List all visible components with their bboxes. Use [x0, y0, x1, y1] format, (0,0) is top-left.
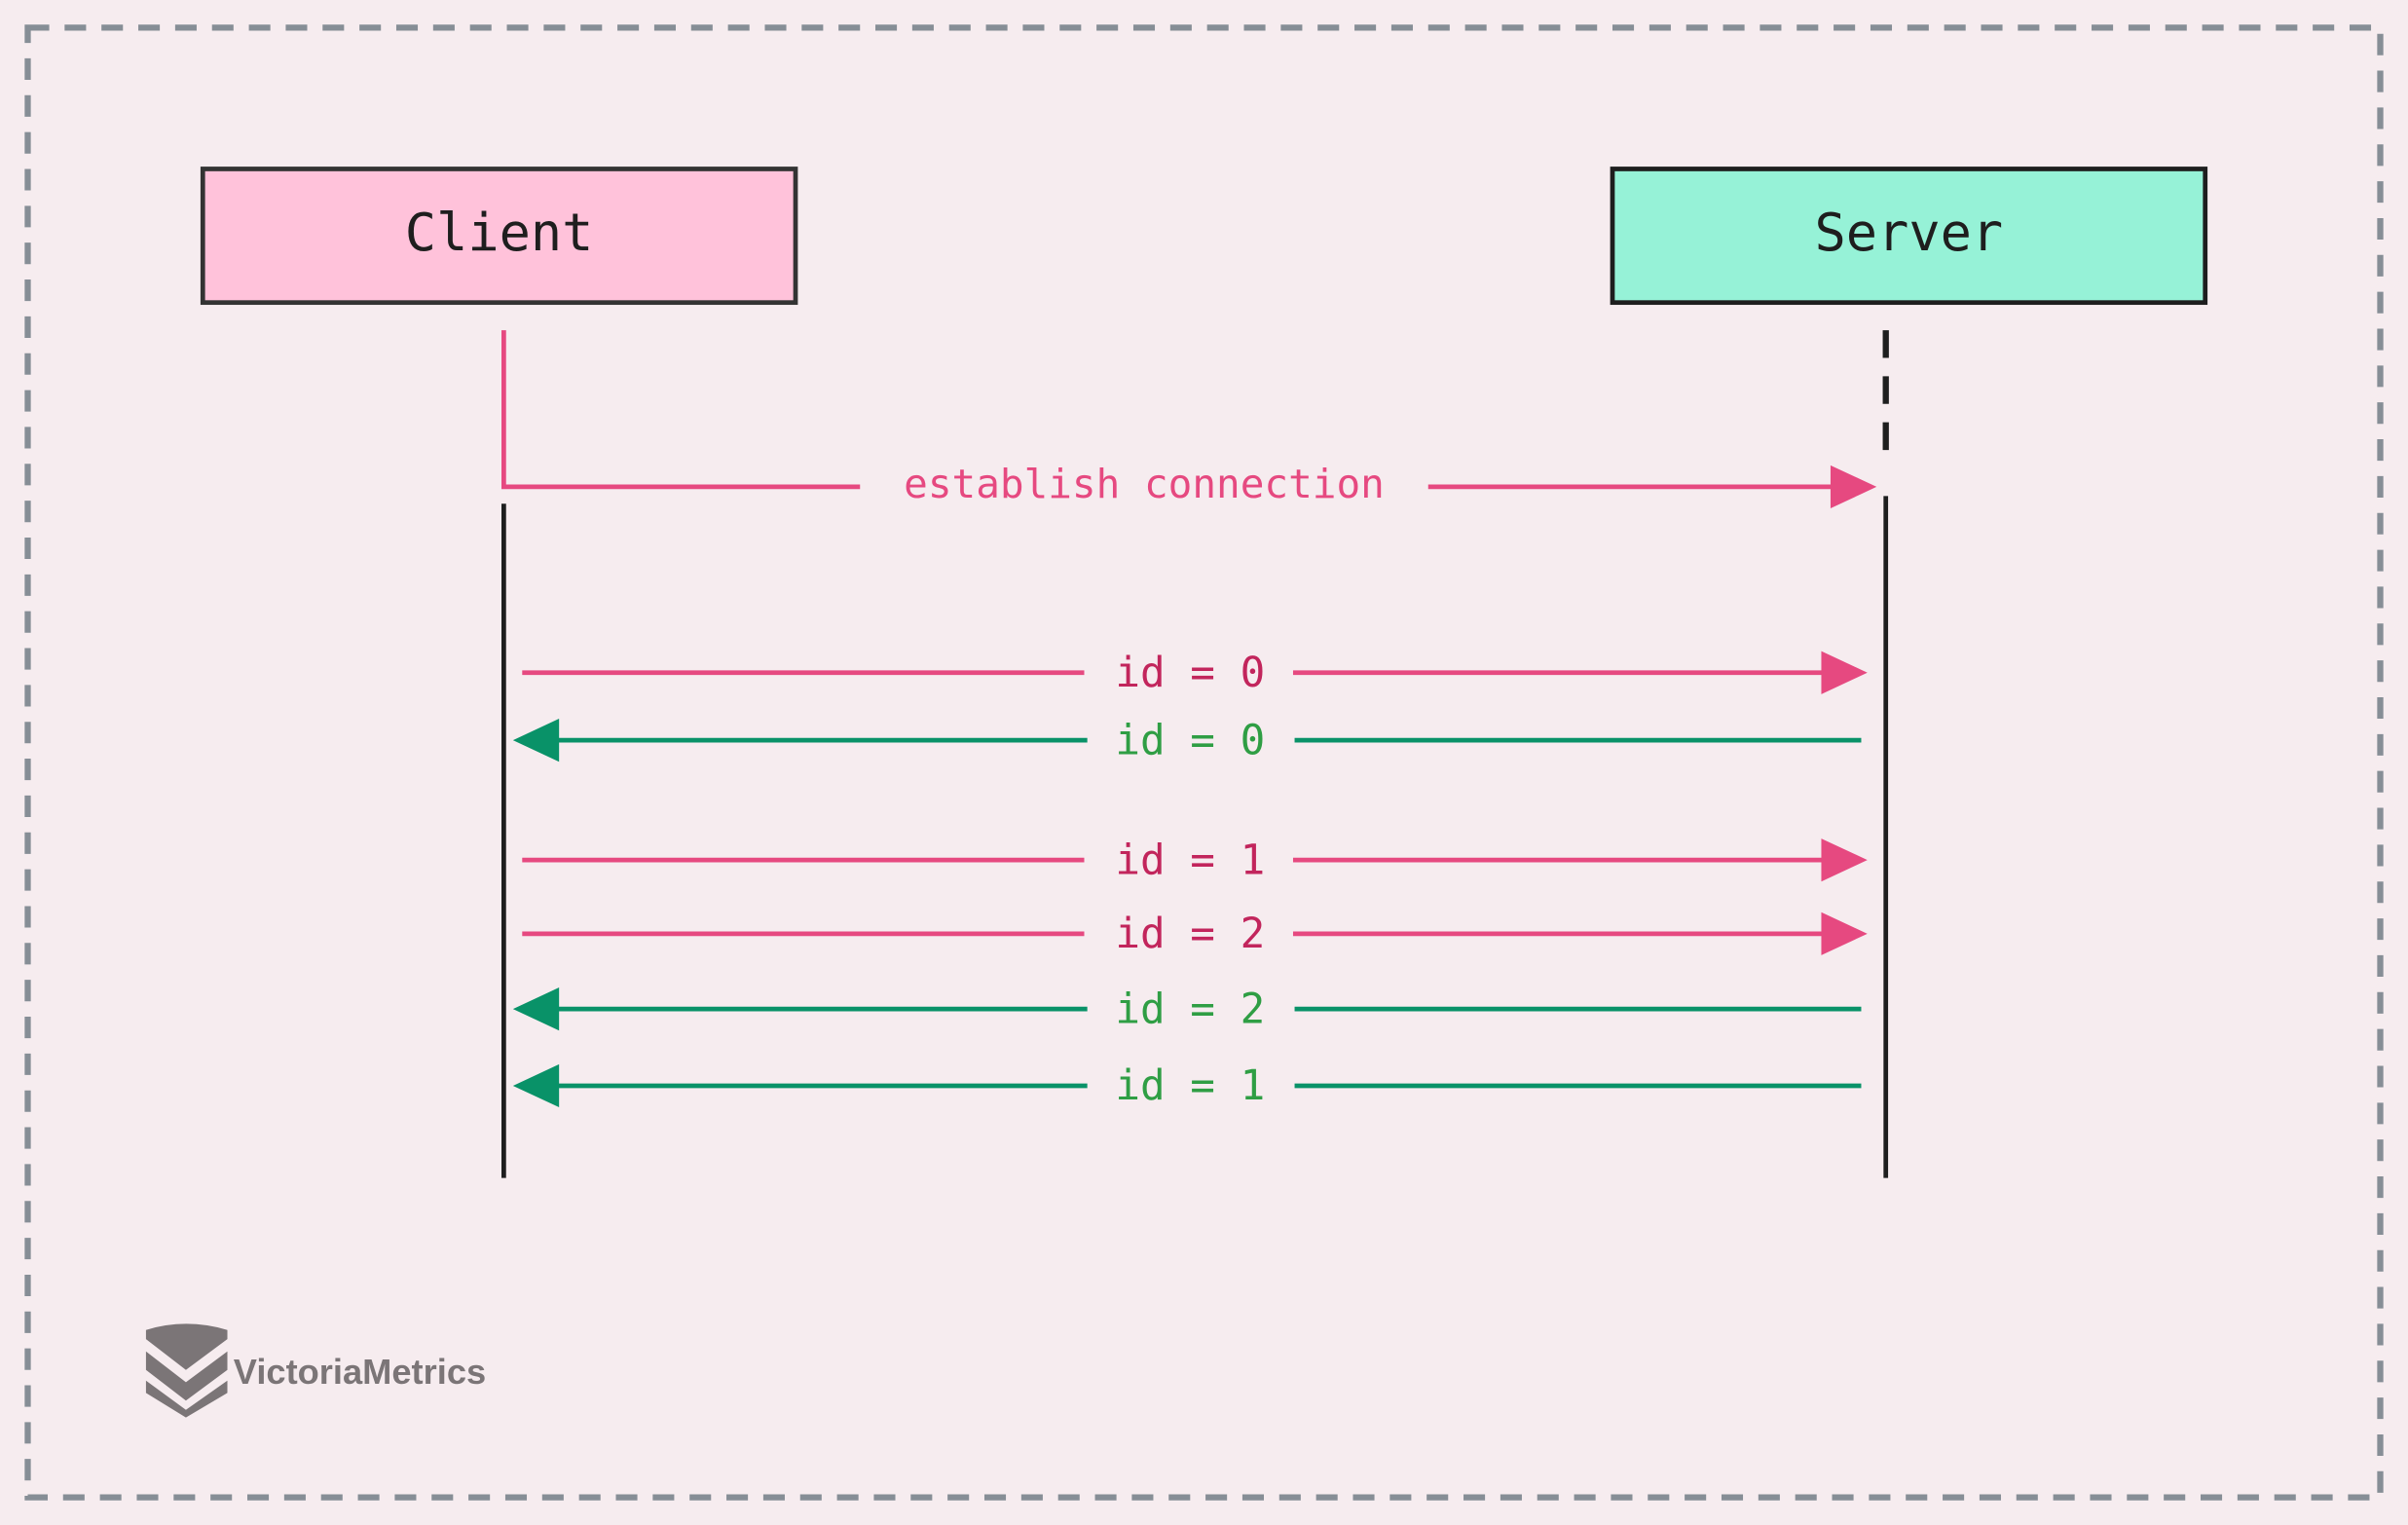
request-message: id = 2: [522, 910, 1868, 958]
arrowhead-icon: [1821, 651, 1868, 694]
sequence-diagram: Client Server establish connection id = …: [24, 24, 2384, 1501]
client-label: Client: [405, 202, 594, 263]
victoriametrics-logo: VictoriaMetrics: [145, 1323, 486, 1418]
message-label: id = 2: [1115, 910, 1265, 958]
message-label: id = 0: [1115, 716, 1265, 764]
response-message: id = 0: [512, 716, 1862, 764]
response-message: id = 2: [512, 985, 1862, 1033]
client-box: Client: [200, 167, 798, 306]
message-label: id = 2: [1115, 985, 1265, 1033]
message-label: id = 1: [1115, 1061, 1265, 1110]
response-message: id = 1: [512, 1061, 1862, 1110]
request-message: id = 1: [522, 836, 1868, 884]
logo-icon: [145, 1323, 228, 1418]
arrowhead-icon: [1821, 838, 1868, 882]
logo-text: VictoriaMetrics: [234, 1352, 486, 1392]
messages: id = 0 id = 0 id = 1 id = 2 id = 2 id = 1: [512, 649, 1868, 1110]
connection-label: establish connection: [904, 461, 1385, 507]
arrowhead-icon: [512, 987, 560, 1031]
server-label: Server: [1815, 202, 2004, 263]
arrowhead-icon: [1821, 911, 1868, 955]
arrowhead-icon: [512, 1063, 560, 1108]
arrowhead-icon: [512, 719, 560, 762]
server-box: Server: [1610, 167, 2208, 306]
message-label: id = 0: [1115, 649, 1265, 697]
arrowhead-icon: [1830, 465, 1877, 508]
request-message: id = 0: [522, 649, 1868, 697]
message-label: id = 1: [1115, 836, 1265, 884]
connection-arrow: establish connection: [501, 330, 1877, 508]
